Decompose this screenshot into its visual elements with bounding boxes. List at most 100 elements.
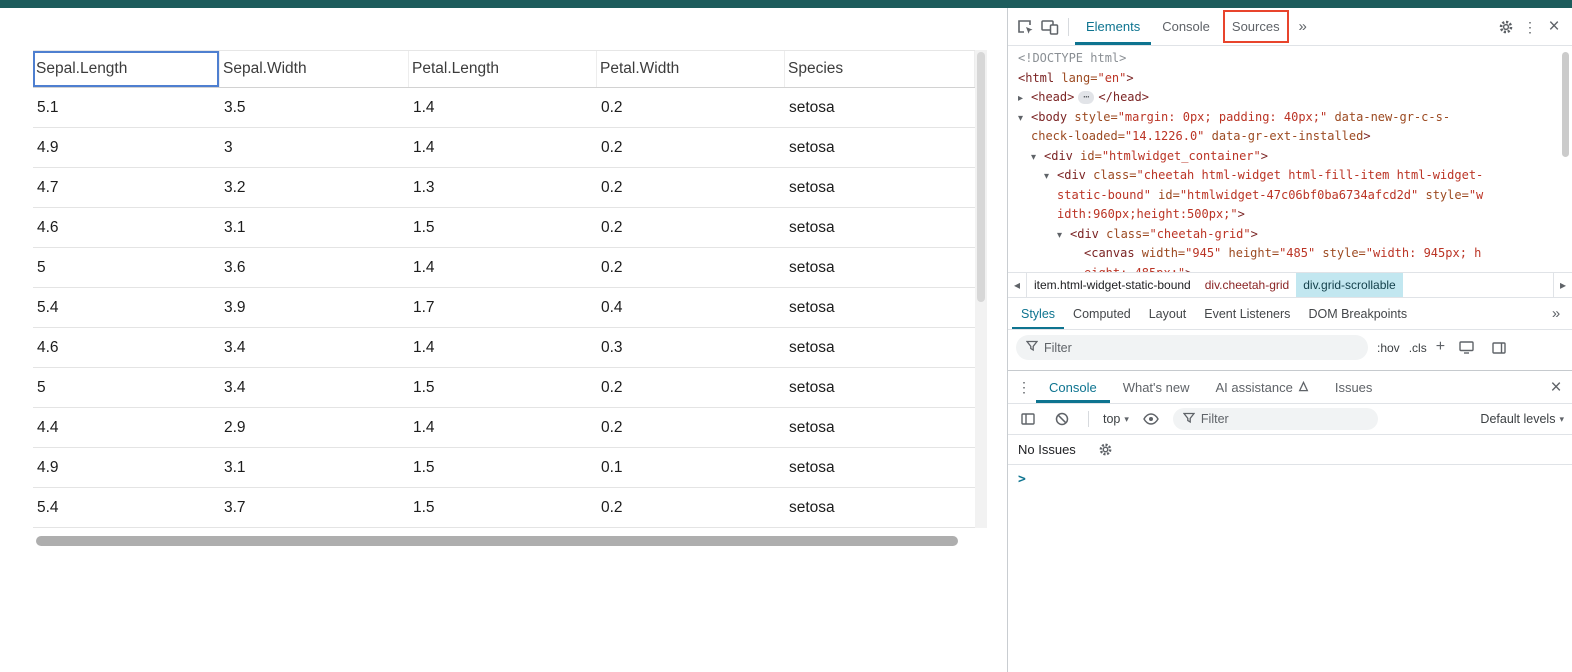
- table-cell[interactable]: 0.2: [597, 128, 785, 167]
- table-cell[interactable]: 3.4: [220, 328, 409, 367]
- device-toolbar-icon[interactable]: [1038, 15, 1062, 39]
- table-horizontal-scrollbar[interactable]: [36, 536, 958, 546]
- breadcrumb-item[interactable]: div.cheetah-grid: [1198, 273, 1297, 297]
- table-cell[interactable]: 5: [33, 368, 220, 407]
- console-sidebar-icon[interactable]: [1016, 407, 1040, 431]
- table-cell[interactable]: 4.9: [33, 448, 220, 487]
- elements-scrollbar[interactable]: [1562, 52, 1569, 157]
- dom-tree-line[interactable]: ▾<body style="margin: 0px; padding: 40px…: [1008, 108, 1572, 128]
- table-cell[interactable]: 1.3: [409, 168, 597, 207]
- table-cell[interactable]: setosa: [785, 288, 975, 327]
- rendering-emulation-icon[interactable]: [1454, 336, 1478, 360]
- dom-tree-line[interactable]: <!DOCTYPE html>: [1008, 49, 1572, 69]
- sidebar-toggle-icon[interactable]: [1487, 336, 1511, 360]
- tree-arrow-icon[interactable]: ▾: [1031, 148, 1044, 168]
- table-cell[interactable]: 0.2: [597, 368, 785, 407]
- clear-console-icon[interactable]: [1050, 407, 1074, 431]
- tab-elements[interactable]: Elements: [1075, 8, 1151, 45]
- table-vertical-scrollbar[interactable]: [975, 50, 987, 528]
- tab-sources[interactable]: Sources: [1221, 8, 1291, 45]
- table-cell[interactable]: 0.1: [597, 448, 785, 487]
- column-header[interactable]: Sepal.Length: [33, 51, 220, 87]
- dom-tree-line[interactable]: <canvas width="945" height="485" style="…: [1008, 244, 1572, 264]
- tab-computed[interactable]: Computed: [1064, 298, 1140, 329]
- table-cell[interactable]: setosa: [785, 368, 975, 407]
- table-cell[interactable]: 1.4: [409, 408, 597, 447]
- console-filter-input[interactable]: Filter: [1173, 408, 1378, 430]
- breadcrumb-right-icon[interactable]: ▸: [1553, 273, 1572, 297]
- issues-settings-gear-icon[interactable]: [1094, 438, 1118, 462]
- tree-arrow-icon[interactable]: ▾: [1057, 226, 1070, 246]
- table-cell[interactable]: setosa: [785, 88, 975, 127]
- table-cell[interactable]: 4.7: [33, 168, 220, 207]
- close-devtools-icon[interactable]: ×: [1542, 15, 1566, 39]
- table-cell[interactable]: 0.3: [597, 328, 785, 367]
- new-style-rule-button[interactable]: +: [1436, 338, 1445, 356]
- console-prompt-row[interactable]: >: [1008, 465, 1572, 494]
- tree-arrow-icon[interactable]: ▸: [1018, 89, 1031, 109]
- tree-arrow-icon[interactable]: ▾: [1044, 167, 1057, 187]
- tab-console[interactable]: Console: [1151, 8, 1221, 45]
- dom-tree-line[interactable]: ▾<div class="cheetah html-widget html-fi…: [1008, 166, 1572, 186]
- table-cell[interactable]: 3.4: [220, 368, 409, 407]
- table-cell[interactable]: 3: [220, 128, 409, 167]
- table-cell[interactable]: setosa: [785, 448, 975, 487]
- table-cell[interactable]: setosa: [785, 248, 975, 287]
- table-cell[interactable]: 5.4: [33, 488, 220, 527]
- more-panes-icon[interactable]: »: [1544, 302, 1568, 326]
- inline-ellipsis-button[interactable]: ⋯: [1078, 91, 1094, 104]
- table-cell[interactable]: 3.5: [220, 88, 409, 127]
- table-cell[interactable]: 0.2: [597, 88, 785, 127]
- table-cell[interactable]: setosa: [785, 208, 975, 247]
- table-cell[interactable]: 1.5: [409, 488, 597, 527]
- table-cell[interactable]: 0.4: [597, 288, 785, 327]
- table-cell[interactable]: setosa: [785, 128, 975, 167]
- breadcrumb-item[interactable]: item.html-widget-static-bound: [1027, 273, 1198, 297]
- table-cell[interactable]: 3.1: [220, 448, 409, 487]
- drawer-menu-icon[interactable]: ⋮: [1012, 375, 1036, 399]
- table-cell[interactable]: 1.4: [409, 248, 597, 287]
- close-drawer-icon[interactable]: ×: [1544, 375, 1568, 399]
- table-cell[interactable]: 4.6: [33, 208, 220, 247]
- dom-tree-line[interactable]: ▾<div class="cheetah-grid">: [1008, 225, 1572, 245]
- execution-context-selector[interactable]: top ▾: [1103, 412, 1129, 426]
- table-cell[interactable]: 1.7: [409, 288, 597, 327]
- table-cell[interactable]: 3.6: [220, 248, 409, 287]
- more-tabs-icon[interactable]: »: [1291, 15, 1315, 39]
- tab-layout[interactable]: Layout: [1140, 298, 1196, 329]
- inspect-element-icon[interactable]: [1014, 15, 1038, 39]
- column-header[interactable]: Petal.Length: [409, 51, 597, 87]
- table-cell[interactable]: 1.5: [409, 448, 597, 487]
- dom-tree-line[interactable]: static-bound" id="htmlwidget-47c06bf0ba6…: [1008, 186, 1572, 206]
- table-cell[interactable]: 1.5: [409, 208, 597, 247]
- tab-dom-breakpoints[interactable]: DOM Breakpoints: [1299, 298, 1416, 329]
- drawer-tab-issues[interactable]: Issues: [1322, 371, 1386, 403]
- column-header[interactable]: Petal.Width: [597, 51, 785, 87]
- breadcrumb-left-icon[interactable]: ◂: [1008, 273, 1027, 297]
- table-cell[interactable]: 1.4: [409, 88, 597, 127]
- tab-styles[interactable]: Styles: [1012, 298, 1064, 329]
- column-header[interactable]: Sepal.Width: [220, 51, 409, 87]
- table-cell[interactable]: 5.4: [33, 288, 220, 327]
- dom-tree-line[interactable]: <html lang="en">: [1008, 69, 1572, 89]
- table-cell[interactable]: 0.2: [597, 488, 785, 527]
- table-cell[interactable]: setosa: [785, 488, 975, 527]
- table-cell[interactable]: 1.4: [409, 128, 597, 167]
- drawer-tab-console[interactable]: Console: [1036, 371, 1110, 403]
- live-expression-eye-icon[interactable]: [1139, 407, 1163, 431]
- table-cell[interactable]: setosa: [785, 328, 975, 367]
- settings-gear-icon[interactable]: [1494, 15, 1518, 39]
- table-cell[interactable]: 3.1: [220, 208, 409, 247]
- table-cell[interactable]: 3.7: [220, 488, 409, 527]
- table-cell[interactable]: 5.1: [33, 88, 220, 127]
- table-cell[interactable]: 0.2: [597, 248, 785, 287]
- table-cell[interactable]: 4.4: [33, 408, 220, 447]
- table-cell[interactable]: 3.2: [220, 168, 409, 207]
- styles-filter-input[interactable]: Filter: [1016, 335, 1368, 360]
- log-levels-selector[interactable]: Default levels ▾: [1480, 412, 1564, 426]
- table-cell[interactable]: 4.9: [33, 128, 220, 167]
- table-cell[interactable]: 0.2: [597, 408, 785, 447]
- tab-event-listeners[interactable]: Event Listeners: [1195, 298, 1299, 329]
- table-vertical-scrollbar-thumb[interactable]: [977, 52, 985, 302]
- dom-tree-line[interactable]: eight: 485px;">: [1008, 264, 1572, 273]
